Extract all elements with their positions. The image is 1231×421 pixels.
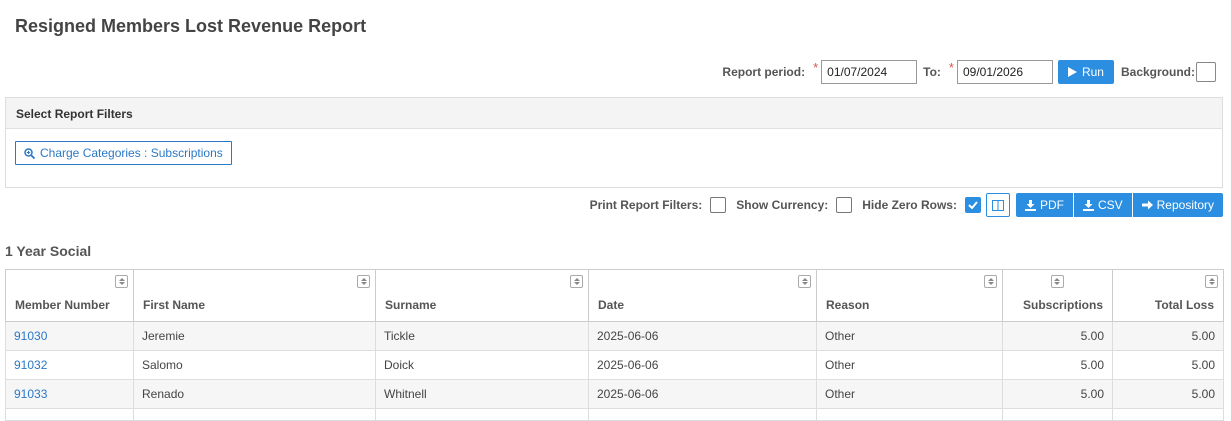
hide-zero-rows-checkbox[interactable] <box>964 197 981 213</box>
report-filters-heading: Select Report Filters <box>6 98 1222 129</box>
charge-categories-filter-label: Charge Categories : Subscriptions <box>40 146 223 160</box>
member-number-link[interactable]: 91033 <box>14 387 47 401</box>
sort-icon[interactable] <box>798 275 811 288</box>
total-loss-cell: 5.00 <box>1112 350 1224 380</box>
column-header-label: First Name <box>143 298 206 312</box>
report-period-label: Report period: <box>722 65 806 79</box>
table-cell <box>816 408 1003 421</box>
run-button[interactable]: Run <box>1057 60 1114 84</box>
column-header-label: Date <box>598 298 625 312</box>
first-name-cell: Salomo <box>133 350 376 380</box>
section-title: 1 Year Social <box>5 243 92 259</box>
background-checkbox[interactable] <box>1196 62 1216 82</box>
sort-icon[interactable] <box>1050 275 1064 288</box>
table-row: 91032 Salomo Doick 2025-06-06 Other 5.00… <box>5 350 1224 380</box>
period-from-input[interactable] <box>821 60 918 84</box>
subscriptions-cell: 5.00 <box>1002 350 1113 380</box>
date-cell: 2025-06-06 <box>588 379 817 409</box>
pdf-button-label: PDF <box>1039 198 1064 212</box>
table-row: 91033 Renado Whitnell 2025-06-06 Other 5… <box>5 379 1224 409</box>
sort-icon[interactable] <box>115 275 128 288</box>
repository-button[interactable]: Repository <box>1132 193 1223 217</box>
required-marker: * <box>948 59 954 75</box>
csv-button[interactable]: CSV <box>1073 193 1132 217</box>
print-filters-checkbox[interactable] <box>710 197 727 213</box>
subscriptions-cell: 5.00 <box>1002 321 1113 351</box>
date-cell: 2025-06-06 <box>588 350 817 380</box>
page-title: Resigned Members Lost Revenue Report <box>15 16 367 36</box>
pdf-button[interactable]: PDF <box>1015 193 1073 217</box>
member-number-link[interactable]: 91032 <box>14 358 47 372</box>
total-loss-cell: 5.00 <box>1112 379 1224 409</box>
table-cell <box>588 408 817 421</box>
report-period-bar: Report period: * To: * Run Background: <box>722 60 1216 84</box>
column-header-member-number[interactable]: Member Number <box>5 269 134 322</box>
column-header-total-loss[interactable]: Total Loss <box>1112 269 1224 322</box>
column-header-first-name[interactable]: First Name <box>133 269 376 322</box>
sort-icon[interactable] <box>570 275 583 288</box>
checkmark-icon <box>968 201 978 209</box>
member-number-cell[interactable]: 91032 <box>5 350 134 380</box>
table-header-row: Member Number First Name Surname Date Re… <box>5 269 1224 322</box>
sort-icon[interactable] <box>984 275 997 288</box>
table-row <box>5 408 1224 421</box>
column-header-label: Reason <box>826 298 870 312</box>
table-cell <box>1112 408 1224 421</box>
hide-zero-rows-label: Hide Zero Rows: <box>862 198 957 212</box>
print-filters-label: Print Report Filters: <box>589 198 703 212</box>
surname-cell: Doick <box>375 350 589 380</box>
member-number-cell[interactable]: 91033 <box>5 379 134 409</box>
first-name-cell: Jeremie <box>133 321 376 351</box>
reason-cell: Other <box>816 379 1003 409</box>
zoom-in-icon <box>24 147 35 159</box>
columns-button[interactable] <box>985 193 1010 217</box>
column-header-surname[interactable]: Surname <box>375 269 589 322</box>
column-header-label: Member Number <box>15 298 110 312</box>
column-header-label: Total Loss <box>1154 298 1214 312</box>
play-icon <box>1067 67 1077 77</box>
repository-button-label: Repository <box>1156 198 1214 212</box>
csv-button-label: CSV <box>1097 198 1123 212</box>
table-row: 91030 Jeremie Tickle 2025-06-06 Other 5.… <box>5 321 1224 351</box>
reason-cell: Other <box>816 321 1003 351</box>
table-cell <box>1002 408 1113 421</box>
column-header-label: Subscriptions <box>1022 298 1103 312</box>
date-cell: 2025-06-06 <box>588 321 817 351</box>
report-options-bar: Print Report Filters: Show Currency: Hid… <box>580 193 1223 217</box>
show-currency-label: Show Currency: <box>736 198 829 212</box>
period-to-input[interactable] <box>956 60 1053 84</box>
report-filters-panel: Select Report Filters Charge Categories … <box>5 97 1223 188</box>
table-cell <box>5 408 134 421</box>
required-marker: * <box>813 59 819 75</box>
reason-cell: Other <box>816 350 1003 380</box>
surname-cell: Tickle <box>375 321 589 351</box>
download-icon <box>1024 199 1036 211</box>
member-number-cell[interactable]: 91030 <box>5 321 134 351</box>
sort-icon[interactable] <box>1205 275 1218 288</box>
arrow-right-icon <box>1141 200 1153 210</box>
report-table: Member Number First Name Surname Date Re… <box>5 269 1224 421</box>
first-name-cell: Renado <box>133 379 376 409</box>
table-cell <box>375 408 589 421</box>
period-to-label: To: <box>923 65 941 79</box>
column-header-subscriptions[interactable]: Subscriptions <box>1002 269 1113 322</box>
columns-icon <box>991 199 1004 211</box>
download-icon <box>1082 199 1094 211</box>
sort-icon[interactable] <box>357 275 370 288</box>
show-currency-checkbox[interactable] <box>836 197 853 213</box>
member-number-link[interactable]: 91030 <box>14 329 47 343</box>
column-header-label: Surname <box>385 298 437 312</box>
subscriptions-cell: 5.00 <box>1002 379 1113 409</box>
total-loss-cell: 5.00 <box>1112 321 1224 351</box>
surname-cell: Whitnell <box>375 379 589 409</box>
run-button-label: Run <box>1081 65 1104 79</box>
background-label: Background: <box>1120 65 1195 79</box>
charge-categories-filter-button[interactable]: Charge Categories : Subscriptions <box>15 141 232 165</box>
column-header-date[interactable]: Date <box>588 269 817 322</box>
table-cell <box>133 408 376 421</box>
column-header-reason[interactable]: Reason <box>816 269 1003 322</box>
